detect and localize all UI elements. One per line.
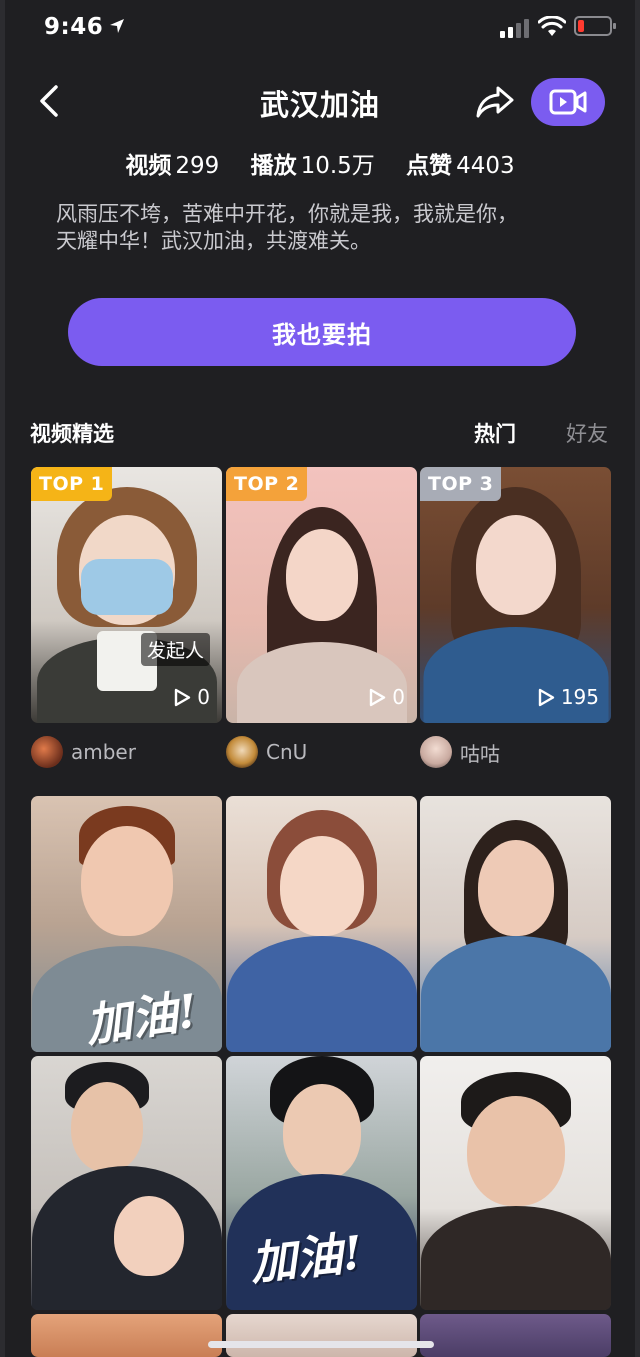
stat-value: 4403: [456, 153, 515, 179]
play-count-value: 0: [197, 685, 210, 709]
thumbnail-figure: [420, 936, 611, 1052]
wifi-icon: [538, 16, 566, 36]
play-count: 195: [538, 685, 599, 709]
shoot-too-button[interactable]: 我也要拍: [68, 298, 576, 366]
thumbnail-figure: [466, 1096, 565, 1206]
thumbnail-figure: [236, 642, 407, 723]
author-name: CnU: [266, 740, 308, 764]
tab-friends[interactable]: 好友: [566, 418, 608, 448]
thumbnail-figure: [226, 936, 417, 1052]
tab-hot[interactable]: 热门: [474, 418, 516, 448]
thumbnail-figure: [80, 826, 173, 936]
video-tile-top3[interactable]: TOP 3 195: [420, 467, 611, 723]
video-tile-top1[interactable]: TOP 1 发起人 0: [31, 467, 222, 723]
play-icon: [538, 688, 555, 706]
rank-badge: TOP 1: [31, 467, 113, 501]
section-title: 视频精选: [30, 422, 114, 446]
author-amber[interactable]: amber: [31, 736, 136, 768]
thumbnail-figure: [475, 515, 556, 615]
thumbnail-figure: [71, 1082, 144, 1172]
rank-badge: TOP 3: [420, 467, 502, 501]
status-bar: 9:46: [0, 0, 640, 56]
avatar: [31, 736, 63, 768]
stat-value: 299: [175, 153, 220, 179]
topic-stats: 视频 299 播放 10.5万 点赞 4403: [0, 146, 640, 180]
stat-label: 播放: [250, 153, 297, 179]
author-name: 咕咕: [460, 741, 500, 766]
video-tile-top2[interactable]: TOP 2 0: [226, 467, 417, 723]
video-tile[interactable]: [420, 1056, 611, 1310]
location-arrow-icon: [110, 19, 124, 33]
stat-value: 10.5万: [300, 153, 375, 179]
video-tile[interactable]: 加油!: [31, 796, 222, 1052]
play-count-value: 0: [392, 685, 405, 709]
thumbnail-figure: [282, 1084, 361, 1180]
thumbnail-figure: [279, 836, 364, 936]
author-gugu[interactable]: 咕咕: [420, 736, 500, 768]
avatar: [226, 736, 258, 768]
thumbnail-figure: [420, 1206, 611, 1310]
thumbnail-figure: [285, 529, 358, 621]
video-tile[interactable]: [31, 1056, 222, 1310]
description-line: 风雨压不垮，苦难中开花，你就是我，我就是你，: [56, 202, 518, 226]
topic-description: 风雨压不垮，苦难中开花，你就是我，我就是你， 天耀中华！武汉加油，共渡难关。: [56, 201, 596, 255]
rank-badge: TOP 2: [226, 467, 308, 501]
initiator-tag: 发起人: [140, 633, 210, 666]
share-arrow-icon[interactable]: [474, 82, 516, 122]
video-tile[interactable]: [226, 1314, 417, 1357]
face-mask: [80, 559, 173, 615]
video-tile[interactable]: [420, 1314, 611, 1357]
play-count-value: 195: [560, 685, 599, 709]
overlay-text: 加油!: [247, 1225, 366, 1291]
thumbnail-figure: [114, 1196, 185, 1276]
home-indicator[interactable]: [208, 1341, 434, 1348]
video-thumbnail: [226, 1314, 417, 1357]
stat-videos: 视频 299: [125, 146, 219, 180]
record-video-button[interactable]: [531, 78, 605, 126]
play-icon: [175, 688, 191, 706]
stat-label: 视频: [125, 153, 172, 179]
play-count: 0: [174, 685, 210, 709]
status-time: 9:46: [44, 14, 104, 40]
play-icon: [370, 688, 386, 706]
stat-likes: 点赞 4403: [406, 146, 515, 180]
play-count: 0: [369, 685, 405, 709]
author-cnu[interactable]: CnU: [226, 736, 307, 768]
video-thumbnail: [420, 1314, 611, 1357]
video-tile[interactable]: [226, 796, 417, 1052]
video-tile[interactable]: [31, 1314, 222, 1357]
battery-level: [578, 20, 584, 32]
video-tile[interactable]: 加油!: [226, 1056, 417, 1310]
description-line: 天耀中华！武汉加油，共渡难关。: [56, 229, 371, 253]
video-camera-icon: [549, 89, 587, 115]
cellular-signal-icon: [500, 19, 529, 38]
video-tile[interactable]: [420, 796, 611, 1052]
avatar: [420, 736, 452, 768]
video-thumbnail: [31, 1314, 222, 1357]
thumbnail-figure: [477, 840, 554, 936]
stat-label: 点赞: [406, 153, 453, 179]
battery-icon: [574, 16, 616, 36]
stat-plays: 播放 10.5万: [251, 146, 375, 180]
author-name: amber: [71, 740, 136, 764]
